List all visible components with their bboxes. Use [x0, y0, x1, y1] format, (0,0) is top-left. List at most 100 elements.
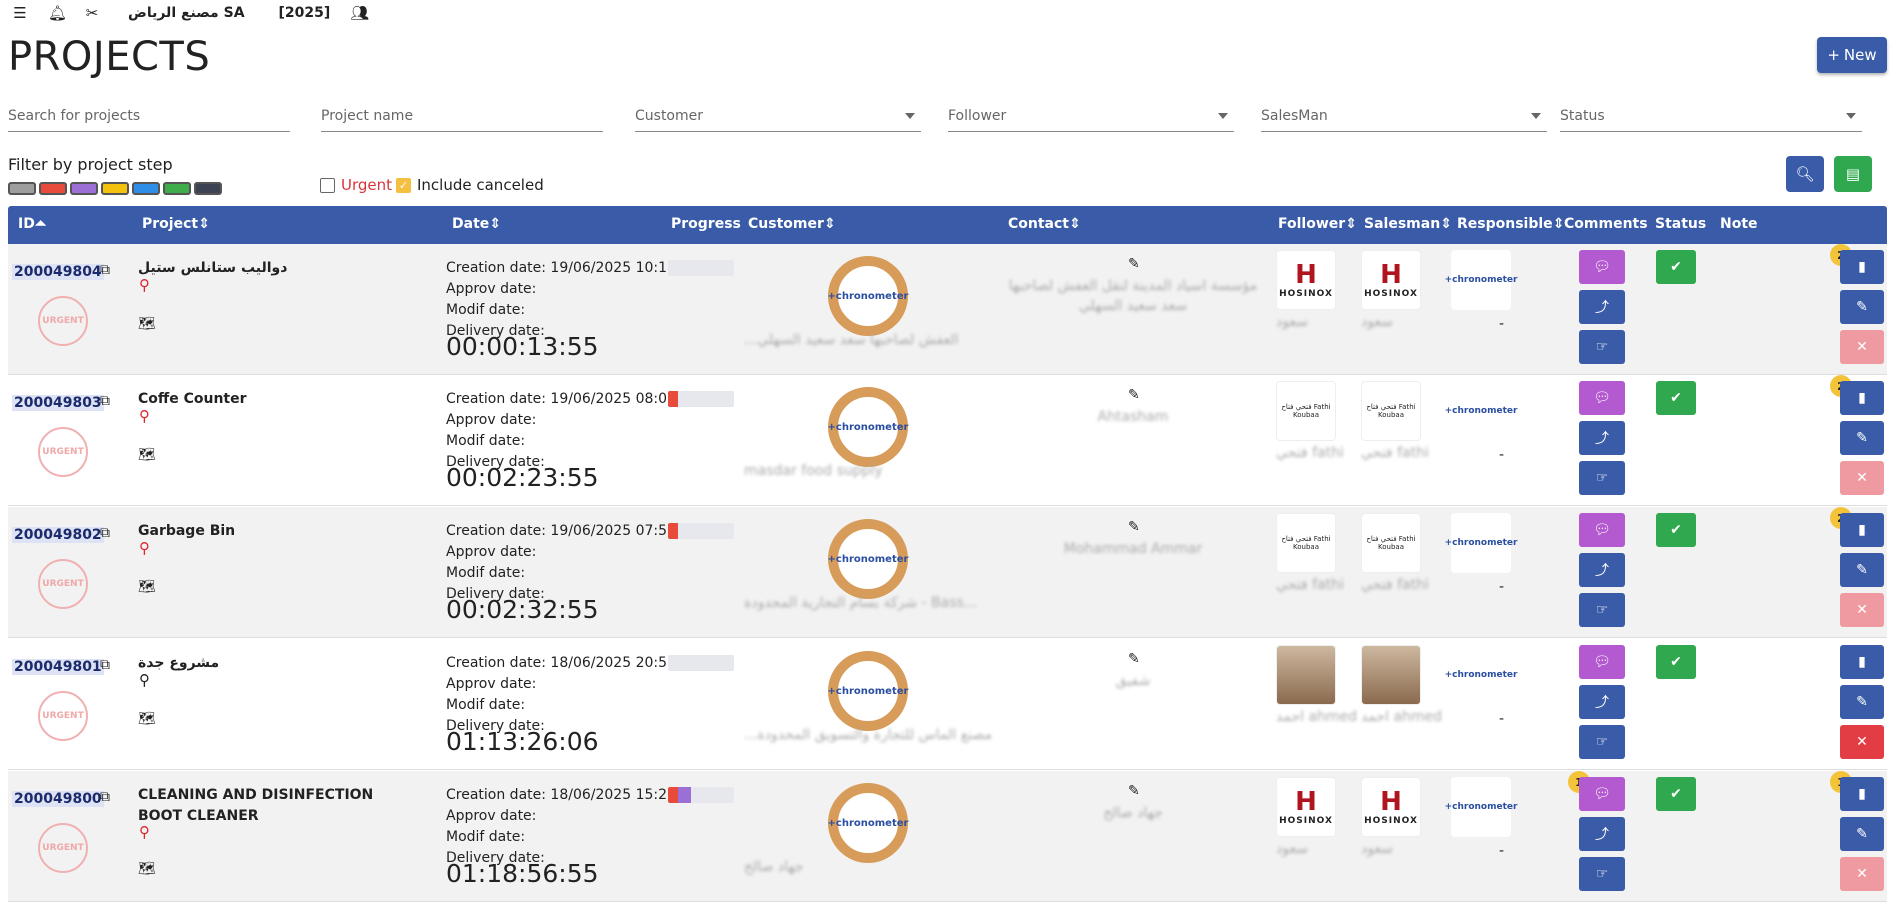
edit-contact-icon[interactable]: ✎: [1128, 519, 1140, 535]
step-swatch[interactable]: [39, 182, 67, 195]
map-icon[interactable]: 🗺︎: [138, 316, 156, 332]
col-project[interactable]: Project⇕: [142, 216, 210, 232]
copy-icon[interactable]: ⧉: [100, 262, 110, 278]
assign-button[interactable]: ☞: [1579, 461, 1625, 495]
share-button[interactable]: ⤴: [1579, 290, 1625, 324]
edit-contact-icon[interactable]: ✎: [1128, 651, 1140, 667]
export-excel-button[interactable]: ▤: [1834, 156, 1872, 192]
check-icon[interactable]: ✓: [396, 177, 411, 193]
location-pin-icon[interactable]: ⚲: [139, 407, 150, 425]
comments-button[interactable]: 💬︎: [1579, 250, 1625, 284]
project-name-input[interactable]: Project name: [321, 104, 603, 132]
follower-select-label: Follower: [948, 108, 1007, 124]
step-swatch[interactable]: [163, 182, 191, 195]
note-document-button[interactable]: ▮: [1840, 381, 1884, 415]
step-swatch[interactable]: [101, 182, 129, 195]
col-contact[interactable]: Contact⇕: [1008, 216, 1081, 232]
users-icon[interactable]: 👥︎: [350, 4, 369, 22]
status-button[interactable]: ✔: [1656, 381, 1696, 415]
project-id-link[interactable]: 200049804: [12, 264, 104, 280]
search-input[interactable]: Search for projects: [8, 104, 290, 132]
customer-name[interactable]: جهاد صالح: [744, 859, 994, 875]
col-customer[interactable]: Customer⇕: [748, 216, 836, 232]
status-button[interactable]: ✔: [1656, 645, 1696, 679]
edit-button[interactable]: ✎: [1840, 290, 1884, 324]
delete-button[interactable]: ✕: [1840, 725, 1884, 759]
edit-contact-icon[interactable]: ✎: [1128, 256, 1140, 272]
hamburger-icon[interactable]: ☰: [12, 4, 28, 22]
customer-select[interactable]: Customer: [635, 104, 921, 132]
status-button[interactable]: ✔: [1656, 513, 1696, 547]
share-button[interactable]: ⤴: [1579, 817, 1625, 851]
customer-name[interactable]: شركة بسام التجارية المحدودة - Bass...: [744, 595, 994, 611]
map-icon[interactable]: 🗺︎: [138, 579, 156, 595]
customer-name[interactable]: ...مصنع الماس للتجارة والتسويق المحدودة: [744, 727, 994, 743]
customer-name[interactable]: ...العفش لصاحبها سعد سعيد السهلي: [744, 332, 994, 348]
assign-button[interactable]: ☞: [1579, 593, 1625, 627]
note-document-button[interactable]: ▮: [1840, 777, 1884, 811]
copy-icon[interactable]: ⧉: [100, 657, 110, 673]
copy-icon[interactable]: ⧉: [100, 525, 110, 541]
delete-button[interactable]: ✕: [1840, 857, 1884, 891]
location-pin-icon[interactable]: ⚲: [139, 671, 150, 689]
project-id-link[interactable]: 200049800: [12, 791, 104, 807]
step-swatch[interactable]: [8, 182, 36, 195]
edit-contact-icon[interactable]: ✎: [1128, 387, 1140, 403]
edit-button[interactable]: ✎: [1840, 817, 1884, 851]
comments-button[interactable]: 💬︎: [1579, 645, 1625, 679]
map-icon[interactable]: 🗺︎: [138, 861, 156, 877]
project-id-link[interactable]: 200049802: [12, 527, 104, 543]
location-pin-icon[interactable]: ⚲: [139, 276, 150, 294]
location-pin-icon[interactable]: ⚲: [139, 539, 150, 557]
tools-icon[interactable]: ✂: [84, 4, 100, 22]
urgent-checkbox[interactable]: Urgent: [320, 176, 392, 194]
comments-button[interactable]: 💬︎: [1579, 513, 1625, 547]
status-button[interactable]: ✔: [1656, 777, 1696, 811]
delete-button[interactable]: ✕: [1840, 593, 1884, 627]
share-button[interactable]: ⤴: [1579, 685, 1625, 719]
assign-button[interactable]: ☞: [1579, 857, 1625, 891]
step-swatch[interactable]: [70, 182, 98, 195]
comments-button[interactable]: 💬︎: [1579, 777, 1625, 811]
status-select[interactable]: Status: [1560, 104, 1862, 132]
salesman-select[interactable]: SalesMan: [1261, 104, 1547, 132]
fiscal-year[interactable]: [2025]: [279, 5, 331, 21]
customer-name[interactable]: masdar food supply: [744, 463, 994, 479]
step-swatch[interactable]: [132, 182, 160, 195]
edit-button[interactable]: ✎: [1840, 421, 1884, 455]
share-button[interactable]: ⤴: [1579, 421, 1625, 455]
delete-button[interactable]: ✕: [1840, 461, 1884, 495]
share-button[interactable]: ⤴: [1579, 553, 1625, 587]
follower-select[interactable]: Follower: [948, 104, 1234, 132]
edit-button[interactable]: ✎: [1840, 553, 1884, 587]
copy-icon[interactable]: ⧉: [100, 393, 110, 409]
col-id[interactable]: ID⏶: [18, 216, 46, 232]
company-name[interactable]: مصنع الرياض SA: [128, 5, 245, 21]
bell-icon[interactable]: 🔔︎: [48, 4, 67, 22]
checkbox-box[interactable]: [320, 177, 335, 193]
new-project-button[interactable]: + New: [1817, 37, 1887, 73]
copy-icon[interactable]: ⧉: [100, 789, 110, 805]
project-id-link[interactable]: 200049803: [12, 395, 104, 411]
col-follower[interactable]: Follower⇕: [1278, 216, 1357, 232]
edit-button[interactable]: ✎: [1840, 685, 1884, 719]
include-canceled-checkbox[interactable]: ✓ Include canceled: [396, 176, 544, 194]
delete-button[interactable]: ✕: [1840, 330, 1884, 364]
col-date[interactable]: Date⇕: [452, 216, 501, 232]
note-document-button[interactable]: ▮: [1840, 645, 1884, 679]
map-icon[interactable]: 🗺︎: [138, 447, 156, 463]
search-button[interactable]: 🔍︎: [1786, 156, 1824, 192]
map-icon[interactable]: 🗺︎: [138, 711, 156, 727]
comments-button[interactable]: 💬︎: [1579, 381, 1625, 415]
note-document-button[interactable]: ▮: [1840, 250, 1884, 284]
project-id-link[interactable]: 200049801: [12, 659, 104, 675]
col-responsible[interactable]: Responsible⇕: [1457, 216, 1564, 232]
col-salesman[interactable]: Salesman⇕: [1364, 216, 1452, 232]
note-document-button[interactable]: ▮: [1840, 513, 1884, 547]
assign-button[interactable]: ☞: [1579, 725, 1625, 759]
assign-button[interactable]: ☞: [1579, 330, 1625, 364]
location-pin-icon[interactable]: ⚲: [139, 823, 150, 841]
status-button[interactable]: ✔: [1656, 250, 1696, 284]
edit-contact-icon[interactable]: ✎: [1128, 783, 1140, 799]
step-swatch[interactable]: [194, 182, 222, 195]
